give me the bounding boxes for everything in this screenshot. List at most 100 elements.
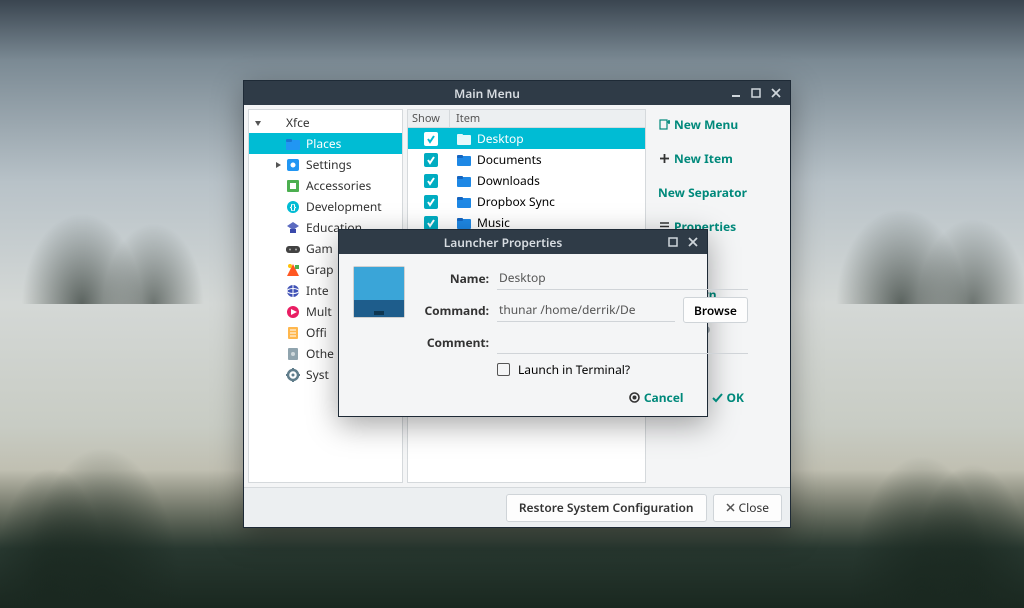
tree-item-label: Inte: [306, 282, 329, 299]
folder-icon: [456, 152, 472, 168]
folder-blue-icon: [285, 136, 301, 152]
list-row[interactable]: Dropbox Sync: [408, 191, 645, 212]
header-show[interactable]: Show: [408, 110, 450, 127]
expander-icon: [273, 181, 283, 191]
games-icon: [285, 241, 301, 257]
tree-item-settings[interactable]: Settings: [249, 154, 402, 175]
graphics-icon: [285, 262, 301, 278]
none-icon: [265, 115, 281, 131]
tree-item-label: Development: [306, 198, 382, 215]
show-checkbox[interactable]: [424, 216, 438, 230]
tree-item-development[interactable]: {} Development: [249, 196, 402, 217]
plus-icon: [658, 152, 670, 164]
tree-item-label: Mult: [306, 303, 332, 320]
folder-icon: [456, 173, 472, 189]
command-input[interactable]: [497, 298, 675, 322]
folder-icon: [456, 194, 472, 210]
expander-icon: [273, 265, 283, 275]
comment-label: Comment:: [417, 334, 489, 351]
tree-item-label: Xfce: [286, 114, 310, 131]
list-row[interactable]: Documents: [408, 149, 645, 170]
expander-icon: [273, 307, 283, 317]
expander-icon: [273, 139, 283, 149]
check-icon: [711, 392, 723, 404]
main-menu-title: Main Menu: [250, 85, 724, 102]
folder-icon: [456, 131, 472, 147]
expander-icon: [253, 118, 263, 128]
development-icon: {}: [285, 199, 301, 215]
tree-item-label: Settings: [306, 156, 352, 173]
list-row[interactable]: Desktop: [408, 128, 645, 149]
education-icon: [285, 220, 301, 236]
action-new-separator[interactable]: New Separator: [658, 179, 782, 205]
close-icon: [726, 499, 735, 516]
cancel-icon: [629, 392, 641, 404]
action-label: New Item: [674, 150, 733, 167]
tree-item-label: Othe: [306, 345, 334, 362]
office-icon: [285, 325, 301, 341]
expander-icon: [273, 349, 283, 359]
expander-icon: [273, 223, 283, 233]
system-icon: [285, 367, 301, 383]
expander-icon: [273, 160, 283, 170]
action-label: New Separator: [658, 184, 747, 201]
tree-item-label: Places: [306, 135, 341, 152]
settings-blue-icon: [285, 157, 301, 173]
list-item-label: Desktop: [477, 130, 524, 147]
launch-in-terminal-label: Launch in Terminal?: [518, 361, 630, 378]
minimize-button[interactable]: [728, 86, 744, 100]
close-window-button[interactable]: Close: [713, 494, 782, 522]
props-title: Launcher Properties: [345, 234, 661, 251]
tree-item-xfce[interactable]: Xfce: [249, 112, 402, 133]
command-label: Command:: [417, 302, 489, 319]
tree-item-label: Gam: [306, 240, 333, 257]
expander-icon: [273, 370, 283, 380]
comment-input[interactable]: [497, 330, 748, 354]
props-titlebar[interactable]: Launcher Properties: [339, 230, 707, 254]
list-header: Show Item: [408, 110, 645, 128]
show-checkbox[interactable]: [424, 153, 438, 167]
expander-icon: [273, 202, 283, 212]
multimedia-icon: [285, 304, 301, 320]
list-item-label: Downloads: [477, 172, 540, 189]
maximize-button[interactable]: [748, 86, 764, 100]
expander-icon: [273, 244, 283, 254]
expander-icon: [273, 328, 283, 338]
list-row[interactable]: Downloads: [408, 170, 645, 191]
tree-item-places[interactable]: Places: [249, 133, 402, 154]
tree-item-label: Accessories: [306, 177, 371, 194]
show-checkbox[interactable]: [424, 132, 438, 146]
action-new-menu[interactable]: New Menu: [658, 111, 782, 137]
other-icon: [285, 346, 301, 362]
accessories-icon: [285, 178, 301, 194]
action-new-item[interactable]: New Item: [658, 145, 782, 171]
ok-button[interactable]: OK: [711, 389, 743, 406]
launch-in-terminal-checkbox[interactable]: [497, 363, 510, 376]
list-item-label: Documents: [477, 151, 542, 168]
cancel-button[interactable]: Cancel: [629, 389, 684, 406]
action-label: New Menu: [674, 116, 738, 133]
tree-item-label: Grap: [306, 261, 334, 278]
props-close-button[interactable]: [685, 235, 701, 249]
tree-item-label: Offi: [306, 324, 327, 341]
restore-configuration-button[interactable]: Restore System Configuration: [506, 494, 707, 522]
expander-icon: [273, 286, 283, 296]
tree-item-label: Syst: [306, 366, 329, 383]
internet-icon: [285, 283, 301, 299]
props-maximize-button[interactable]: [665, 235, 681, 249]
name-label: Name:: [417, 270, 489, 287]
main-window-footer: Restore System Configuration Close: [244, 487, 790, 527]
plus-doc-icon: [658, 118, 670, 130]
browse-button[interactable]: Browse: [683, 297, 748, 323]
launcher-properties-window: Launcher Properties Name: Command: Brows…: [338, 229, 708, 417]
tree-item-accessories[interactable]: Accessories: [249, 175, 402, 196]
launcher-icon-preview[interactable]: [353, 266, 405, 404]
close-button[interactable]: [768, 86, 784, 100]
list-item-label: Dropbox Sync: [477, 193, 555, 210]
svg-text:{}: {}: [290, 202, 297, 213]
header-item[interactable]: Item: [450, 110, 645, 127]
show-checkbox[interactable]: [424, 195, 438, 209]
show-checkbox[interactable]: [424, 174, 438, 188]
name-input[interactable]: [497, 266, 748, 290]
main-menu-titlebar[interactable]: Main Menu: [244, 81, 790, 105]
